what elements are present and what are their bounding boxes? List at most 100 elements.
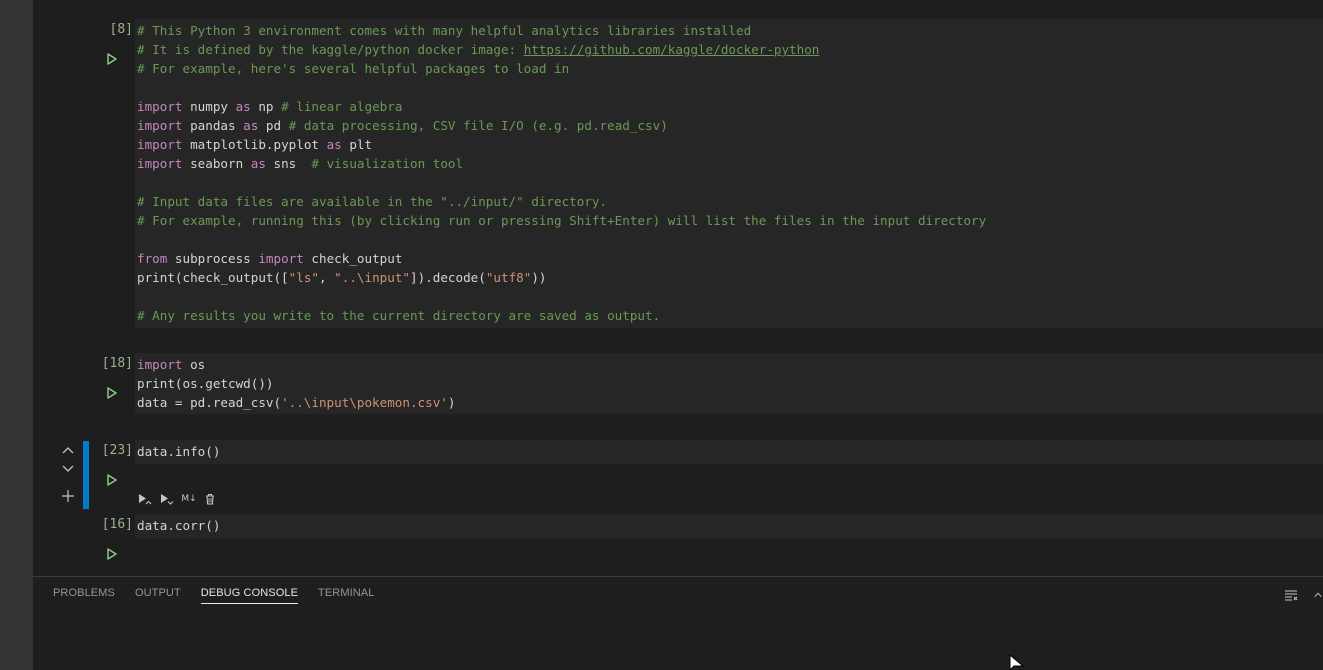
code-cell-1[interactable]: [8] # This Python 3 environment comes wi…	[33, 19, 1323, 328]
code-line: print(os.getcwd())	[137, 374, 1323, 393]
code-token: # It is defined by the kaggle/python doc…	[137, 42, 524, 57]
code-token: # visualization tool	[311, 156, 464, 171]
cell-code-editor[interactable]: data.corr()	[135, 514, 1323, 538]
code-line: import pandas as pd # data processing, C…	[137, 116, 1323, 135]
cell-code-editor[interactable]: data.info()	[135, 440, 1323, 464]
code-token: # data processing, CSV file I/O (e.g. pd…	[288, 118, 668, 133]
activity-bar	[0, 0, 33, 670]
code-token: "ls"	[288, 270, 319, 285]
change-to-markdown-button[interactable]: M↓	[181, 491, 197, 507]
run-cell-icon[interactable]	[105, 51, 119, 65]
code-token: data.corr()	[137, 518, 221, 533]
code-token: sns	[265, 156, 312, 171]
cell-code-editor[interactable]: import os print(os.getcwd()) data = pd.rea…	[135, 353, 1323, 414]
code-token: import	[258, 251, 304, 266]
code-token: import	[137, 156, 183, 171]
code-line: # This Python 3 environment comes with m…	[137, 21, 1323, 40]
trash-icon[interactable]	[203, 491, 217, 507]
code-token: data.info()	[137, 444, 221, 459]
code-line: import numpy as np # linear algebra	[137, 97, 1323, 116]
code-link[interactable]: https://github.com/kaggle/docker-python	[524, 42, 820, 57]
code-token: # linear algebra	[281, 99, 403, 114]
code-token: # For example, running this (by clicking…	[137, 213, 987, 228]
code-cell-2[interactable]: [18] import os print(os.getcwd()) data = p…	[33, 353, 1323, 414]
tab-output[interactable]: OUTPUT	[135, 587, 181, 604]
code-token: "..\input"	[334, 270, 410, 285]
code-token: as	[250, 156, 266, 171]
code-cell-3[interactable]: [23] data.info()	[33, 440, 1323, 464]
code-token: numpy	[182, 99, 236, 114]
code-token: as	[235, 99, 251, 114]
tab-debug-console[interactable]: DEBUG CONSOLE	[200, 587, 299, 604]
run-cell-icon[interactable]	[105, 385, 119, 399]
code-token: from	[137, 251, 168, 266]
code-line: # For example, running this (by clicking…	[137, 211, 1323, 230]
code-token: plt	[341, 137, 373, 152]
execution-count: [16]	[101, 517, 133, 532]
code-token: as	[243, 118, 259, 133]
code-token: np	[250, 99, 282, 114]
code-line: print(check_output(["ls", "..\input"]).d…	[137, 268, 1323, 287]
code-token: check_output	[303, 251, 403, 266]
code-line: from subprocess import check_output	[137, 249, 1323, 268]
code-token: # Any results you write to the current d…	[137, 308, 661, 323]
tab-problems[interactable]: PROBLEMS	[53, 587, 115, 604]
clear-console-icon[interactable]	[1283, 587, 1299, 603]
code-token: import	[137, 118, 183, 133]
code-token: import	[137, 99, 183, 114]
vscode-window: [8] # This Python 3 environment comes wi…	[0, 0, 1323, 670]
code-token: pandas	[182, 118, 244, 133]
code-line: data.info()	[137, 442, 1323, 461]
code-line: import seaborn as sns # visualization to…	[137, 154, 1323, 173]
code-line: # It is defined by the kaggle/python doc…	[137, 40, 1323, 59]
run-cell-icon[interactable]	[105, 472, 119, 486]
code-token: seaborn	[182, 156, 251, 171]
code-token: '..\input\pokemon.csv'	[281, 395, 448, 410]
add-cell-icon[interactable]	[60, 488, 76, 504]
code-token: data = pd.read_csv(	[137, 395, 282, 410]
tab-terminal[interactable]: TERMINAL	[318, 587, 374, 604]
mouse-pointer-icon	[1009, 653, 1025, 670]
code-token: ]).decode(	[410, 270, 486, 285]
code-token: # For example, here's several helpful pa…	[137, 61, 570, 76]
code-line: import matplotlib.pyplot as plt	[137, 135, 1323, 154]
run-above-icon[interactable]	[137, 491, 153, 507]
code-token: import	[137, 137, 183, 152]
cell-toolbar: M↓	[137, 491, 217, 507]
execution-count: [23]	[101, 443, 133, 458]
code-token: # This Python 3 environment comes with m…	[137, 23, 752, 38]
code-line: # For example, here's several helpful pa…	[137, 59, 1323, 78]
code-token: print(os.getcwd())	[137, 376, 274, 391]
bottom-panel: PROBLEMS OUTPUT DEBUG CONSOLE TERMINAL	[33, 576, 1323, 670]
run-below-icon[interactable]	[159, 491, 175, 507]
panel-actions	[1283, 587, 1323, 603]
panel-tabs: PROBLEMS OUTPUT DEBUG CONSOLE TERMINAL	[53, 587, 374, 604]
execution-count: [8]	[109, 22, 133, 37]
execution-count: [18]	[101, 356, 133, 371]
code-line: import os	[137, 355, 1323, 374]
code-token: os	[182, 357, 206, 372]
code-token: import	[137, 357, 183, 372]
maximize-panel-icon[interactable]	[1313, 587, 1323, 603]
code-token: ,	[319, 270, 335, 285]
code-token: print(check_output([	[137, 270, 289, 285]
code-token: matplotlib.pyplot	[182, 137, 327, 152]
code-line: # Any results you write to the current d…	[137, 306, 1323, 325]
cell-code-editor[interactable]: # This Python 3 environment comes with m…	[135, 19, 1323, 328]
run-cell-icon[interactable]	[105, 546, 119, 560]
code-token: "utf8"	[485, 270, 532, 285]
code-token: ))	[531, 270, 547, 285]
code-line: data = pd.read_csv('..\input\pokemon.csv…	[137, 393, 1323, 412]
code-token: # Input data files are available in the …	[137, 194, 608, 209]
code-token: subprocess	[167, 251, 259, 266]
code-cell-4[interactable]: [16] data.corr()	[33, 514, 1323, 538]
code-line: # Input data files are available in the …	[137, 192, 1323, 211]
code-token: pd	[258, 118, 289, 133]
notebook-editor: [8] # This Python 3 environment comes wi…	[33, 0, 1323, 576]
code-token: as	[326, 137, 342, 152]
code-line: data.corr()	[137, 516, 1323, 535]
